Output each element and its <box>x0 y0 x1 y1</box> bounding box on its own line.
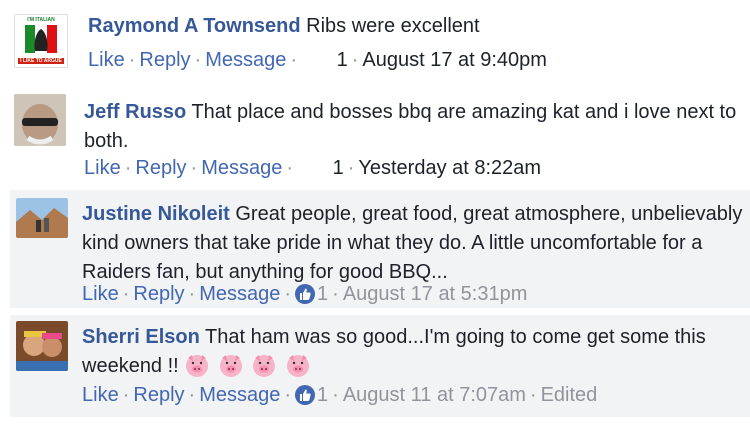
pig-face-icon <box>286 355 309 377</box>
like-count[interactable]: 1 <box>317 283 328 305</box>
comment-actions-row: Like · Reply · Message · 1 · Yesterday at 8:22a… <box>84 157 542 179</box>
message-link[interactable]: Message <box>201 157 282 179</box>
comment-actions: Like · Reply · Message · 1 · August 17 at 5:31pm <box>82 283 528 305</box>
pig-face-icon <box>253 355 276 377</box>
avatar-justine[interactable] <box>16 198 68 238</box>
party-photo-icon <box>16 321 68 371</box>
like-link[interactable]: Like <box>84 157 121 179</box>
comment-body: Sherri Elson That ham was so good...I'm … <box>82 323 748 381</box>
reply-link[interactable]: Reply <box>133 283 184 305</box>
comment-actions: Like · Reply · Message · 1 · August 17 at 9:40p… <box>88 49 547 71</box>
comment-2: Jeff Russo That place and bosses bbq are… <box>0 86 750 190</box>
avatar-text-bottom: I LIKE TO ARGUE <box>18 58 64 64</box>
author-name[interactable]: Justine Nikoleit <box>82 203 230 225</box>
avatar-raymond[interactable]: I'M ITALIAN I LIKE TO ARGUE <box>14 14 68 68</box>
pig-face-icon <box>186 355 209 377</box>
comment-1: I'M ITALIAN I LIKE TO ARGUE Raymond A To… <box>0 0 750 86</box>
timestamp[interactable]: Yesterday at 8:22am <box>358 157 541 179</box>
like-link[interactable]: Like <box>82 283 119 305</box>
like-count[interactable]: 1 <box>317 384 328 406</box>
timestamp[interactable]: August 17 at 5:31pm <box>343 283 528 305</box>
like-count[interactable]: 1 <box>333 157 344 179</box>
message-link[interactable]: Message <box>205 49 286 71</box>
timestamp[interactable]: August 11 at 7:07am <box>343 384 526 406</box>
comment-3: Justine Nikoleit Great people, great foo… <box>10 190 750 308</box>
message-link[interactable]: Message <box>199 384 280 406</box>
avatar-jeff[interactable] <box>14 94 66 146</box>
comment-4: Sherri Elson That ham was so good...I'm … <box>10 315 750 417</box>
author-name[interactable]: Sherri Elson <box>82 326 200 348</box>
pig-emoji-row <box>184 355 313 377</box>
reply-link[interactable]: Reply <box>133 384 184 406</box>
comment-text: Ribs were excellent <box>306 15 480 37</box>
comment-body: Jeff Russo That place and bosses bbq are… <box>84 98 744 156</box>
comment-body: Raymond A Townsend Ribs were excellent <box>88 12 738 41</box>
comment-actions: Like · Reply · Message · 1 · August 11 at 7:07am… <box>82 384 598 406</box>
timestamp[interactable]: August 17 at 9:40pm <box>362 49 547 71</box>
like-thumb-icon[interactable] <box>295 284 316 304</box>
like-link[interactable]: Like <box>82 384 119 406</box>
landscape-photo-icon <box>16 198 68 238</box>
like-thumb-icon[interactable] <box>295 385 316 405</box>
reply-link[interactable]: Reply <box>139 49 190 71</box>
comment-body: Justine Nikoleit Great people, great foo… <box>82 200 748 287</box>
reply-link[interactable]: Reply <box>135 157 186 179</box>
pig-face-icon <box>219 355 242 377</box>
person-photo-icon <box>14 94 66 146</box>
like-link[interactable]: Like <box>88 49 125 71</box>
avatar-sherri[interactable] <box>16 321 68 371</box>
message-link[interactable]: Message <box>199 283 280 305</box>
author-name[interactable]: Jeff Russo <box>84 101 186 123</box>
author-name[interactable]: Raymond A Townsend <box>88 15 301 37</box>
edited-label[interactable]: Edited <box>541 384 598 406</box>
like-count[interactable]: 1 <box>337 49 348 71</box>
